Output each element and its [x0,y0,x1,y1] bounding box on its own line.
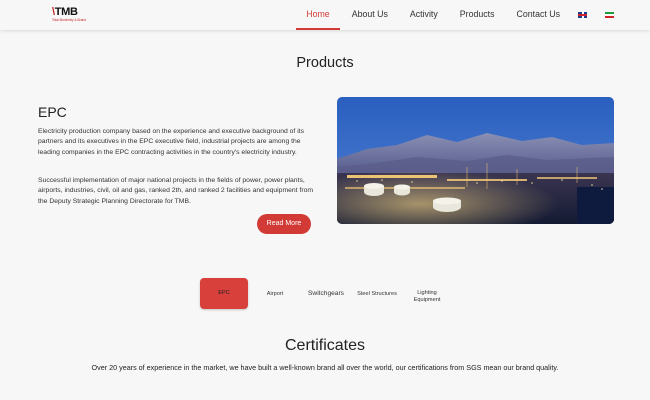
nav-contact-us[interactable]: Contact Us [516,0,560,30]
power-plant-illustration [337,97,614,224]
tab-switchgears[interactable]: Switchgears [303,290,349,297]
nav-activity[interactable]: Activity [410,0,438,30]
iran-flag-icon[interactable] [605,12,614,18]
tab-lighting-equipment[interactable]: Lighting Equipment [406,290,448,304]
logo-tagline: Total Modernity & Brand [52,18,87,22]
main-nav: Home About Us Activity Products Contact … [284,0,614,30]
read-more-button[interactable]: Read More [257,214,311,234]
epc-paragraph-1: Electricity production company based on … [38,128,304,156]
products-title: Products [296,55,354,71]
certificates-text: Over 20 years of experience in the marke… [91,363,559,372]
site-header: \TMB Total Modernity & Brand Home About … [0,0,650,30]
epc-paragraph-2: Successful implementation of major natio… [38,177,314,205]
uk-flag-icon[interactable] [578,12,587,18]
logo-text: \TMB [52,6,78,18]
tab-epc[interactable]: EPC [200,278,248,309]
tmb-logo[interactable]: \TMB Total Modernity & Brand [52,6,90,23]
epc-heading: EPC [38,104,67,120]
nav-products[interactable]: Products [460,0,495,30]
certificates-title: Certificates [284,337,366,354]
nav-home[interactable]: Home [296,0,341,30]
nav-about-us[interactable]: About Us [352,0,388,30]
tab-airport[interactable]: Airport [258,291,292,297]
tab-steel-structures[interactable]: Steel Structures [352,291,402,297]
power-plant-image [337,97,614,224]
